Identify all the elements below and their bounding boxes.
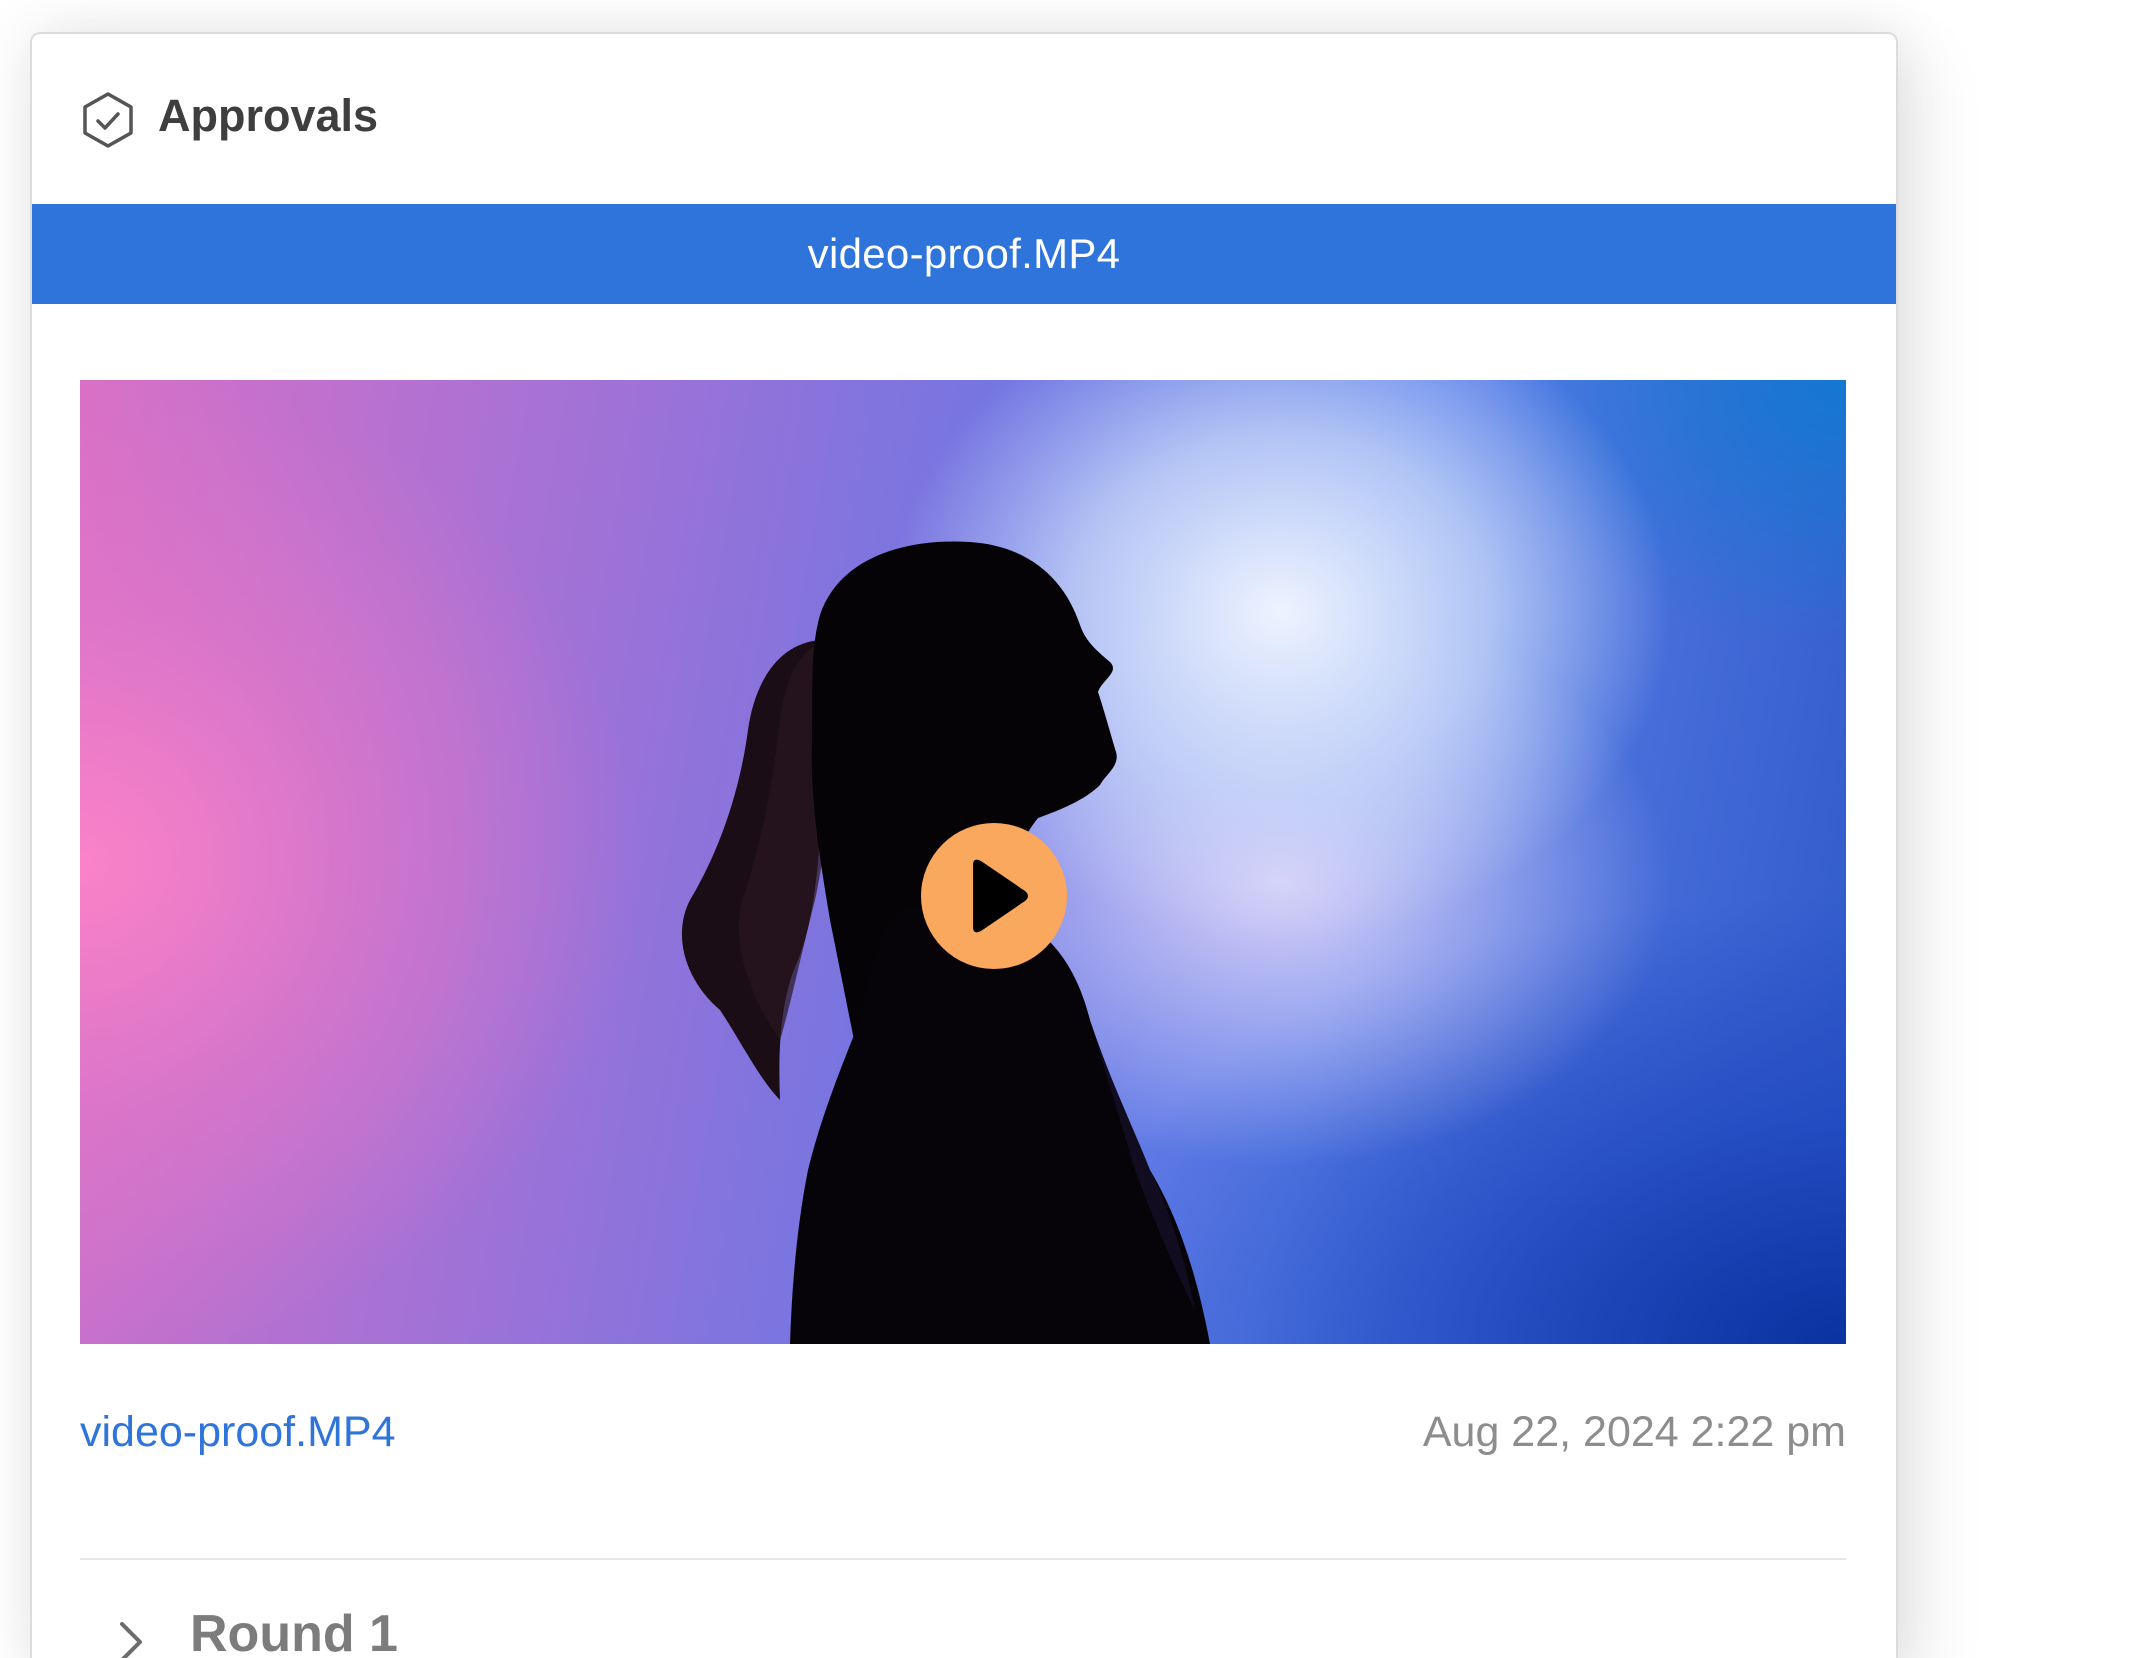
file-name-banner-label: video-proof.MP4 xyxy=(807,230,1121,277)
page-title: Approvals xyxy=(158,90,379,141)
round-1-toggle[interactable]: Round 1 xyxy=(80,1604,880,1658)
approvals-card: Approvals video-proof.MP4 video-proof.MP… xyxy=(30,32,1898,1658)
chevron-right-icon xyxy=(116,1620,146,1658)
video-preview[interactable] xyxy=(80,380,1846,1344)
card-header: Approvals xyxy=(32,34,1896,204)
page: Approvals video-proof.MP4 video-proof.MP… xyxy=(0,0,2150,1658)
play-button[interactable] xyxy=(921,823,1067,969)
file-name-link[interactable]: video-proof.MP4 xyxy=(80,1408,396,1457)
round-label: Round 1 xyxy=(190,1605,398,1658)
file-name-banner: video-proof.MP4 xyxy=(32,204,1896,304)
approval-shield-check-icon xyxy=(80,90,136,150)
file-meta-row: video-proof.MP4 Aug 22, 2024 2:22 pm xyxy=(80,1408,1846,1468)
upload-timestamp: Aug 22, 2024 2:22 pm xyxy=(1422,1408,1846,1456)
play-icon xyxy=(973,859,1028,933)
divider xyxy=(80,1558,1846,1560)
